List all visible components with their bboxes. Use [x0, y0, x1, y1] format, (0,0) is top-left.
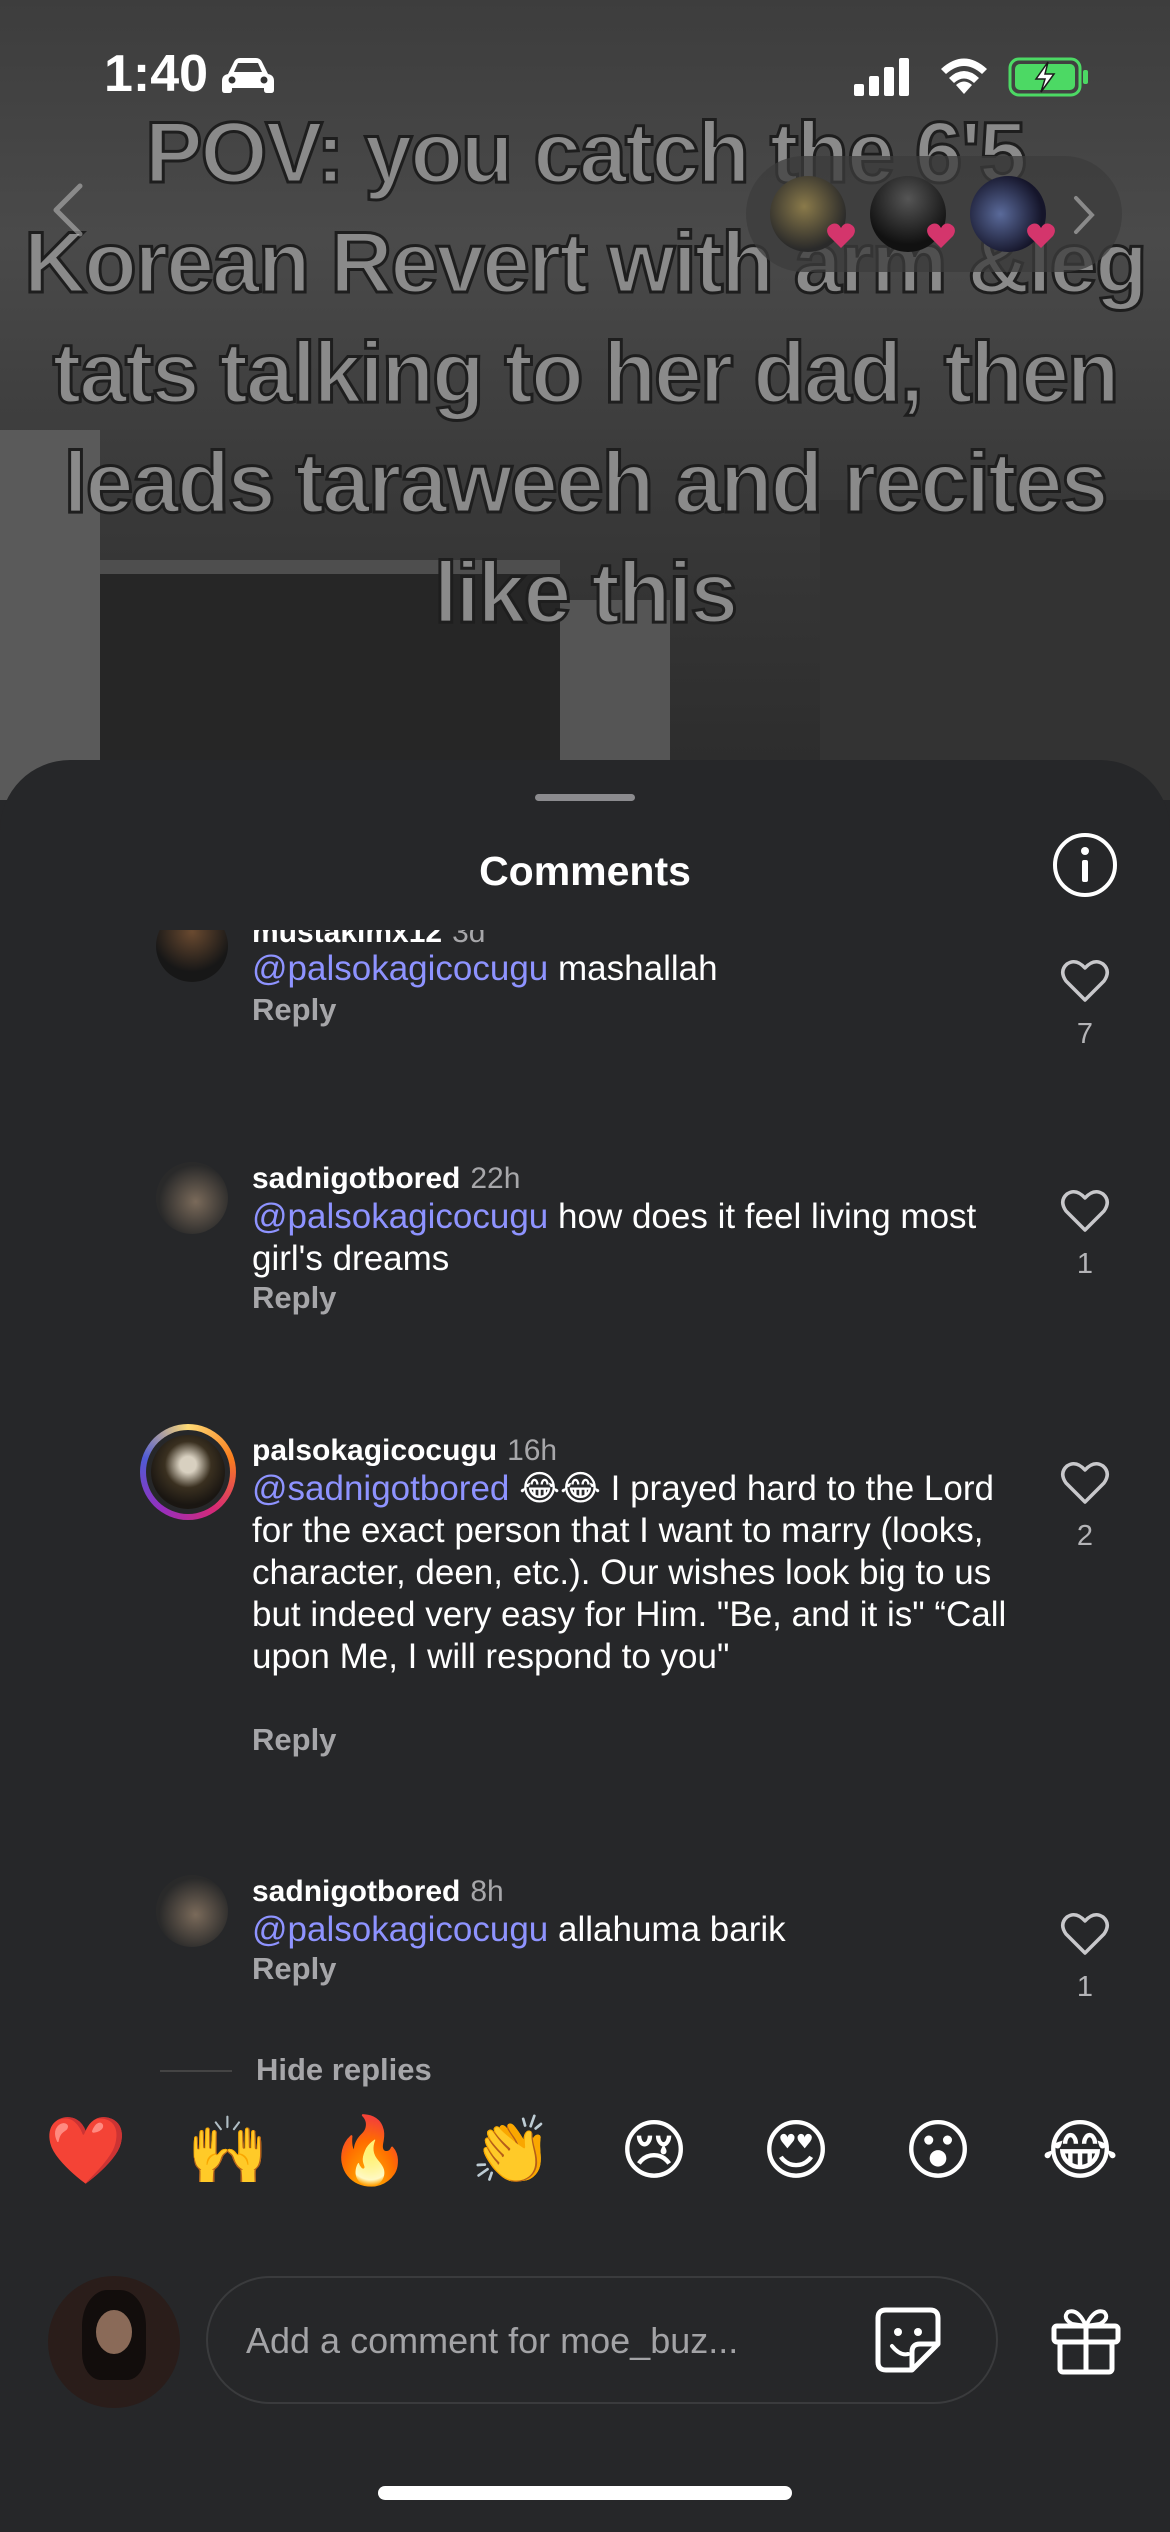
- wifi-icon: [941, 58, 987, 94]
- heart-icon: [927, 223, 955, 248]
- back-arrow-icon[interactable]: [48, 180, 88, 240]
- sheet-grabber[interactable]: [535, 794, 635, 801]
- emoji-clap[interactable]: 👏: [470, 2110, 554, 2190]
- emoji-fire[interactable]: 🔥: [328, 2110, 412, 2190]
- comment-avatar[interactable]: [156, 1875, 228, 1947]
- heart-icon[interactable]: [1060, 1911, 1110, 1957]
- reply-button[interactable]: Reply: [252, 1280, 336, 1316]
- gift-icon[interactable]: [1048, 2300, 1124, 2376]
- comment-username[interactable]: mustakimx12: [252, 930, 442, 949]
- battery-icon: [1008, 57, 1088, 97]
- comment-mention[interactable]: @palsokagicocugu: [252, 1910, 548, 1949]
- comments-sheet: Comments mustakimx12 3d @palsokagicocugu …: [0, 760, 1170, 2532]
- comment-input[interactable]: [244, 2278, 848, 2404]
- heart-icon[interactable]: [1060, 1188, 1110, 1234]
- comment-body: allahuma barik: [558, 1910, 786, 1949]
- user-avatar[interactable]: [48, 2276, 180, 2408]
- quick-emoji-bar: ❤️ 🙌 🔥 👏 😢 😍 😮 😂: [0, 2110, 1170, 2200]
- emoji-wow[interactable]: 😮: [896, 2110, 980, 2190]
- like-count: 7: [1076, 1018, 1094, 1050]
- heart-icon: [827, 223, 855, 248]
- emoji-heart[interactable]: ❤️: [44, 2110, 128, 2190]
- comment-time: 22h: [470, 1162, 521, 1195]
- comment-meta: sadnigotbored 22h: [252, 1162, 520, 1196]
- reply-button[interactable]: Reply: [252, 1951, 336, 1987]
- emoji-raised-hands[interactable]: 🙌: [186, 2110, 270, 2190]
- comment-input-box[interactable]: [206, 2276, 998, 2404]
- comment-avatar[interactable]: [156, 1162, 228, 1234]
- comment-body: mashallah: [558, 949, 718, 988]
- chevron-right-icon[interactable]: [1068, 192, 1098, 238]
- heart-icon[interactable]: [1060, 958, 1110, 1004]
- reply-button[interactable]: Reply: [252, 1722, 336, 1758]
- comment-meta: mustakimx12 3d: [252, 930, 485, 950]
- comment-username[interactable]: palsokagicocugu: [252, 1434, 497, 1467]
- sticker-icon[interactable]: [872, 2304, 944, 2376]
- car-icon: [222, 58, 274, 93]
- home-indicator[interactable]: [378, 2486, 792, 2500]
- comment-username[interactable]: sadnigotbored: [252, 1875, 460, 1908]
- signal-icon: [854, 58, 909, 96]
- emoji-laugh[interactable]: 😂: [1038, 2110, 1122, 2190]
- comment-text: @palsokagicocugu mashallah: [252, 948, 1012, 990]
- comment-text: @palsokagicocugu allahuma barik: [252, 1909, 1012, 1951]
- info-icon[interactable]: [1052, 832, 1118, 898]
- comment-mention[interactable]: @palsokagicocugu: [252, 949, 548, 988]
- comment-avatar[interactable]: [140, 1424, 236, 1520]
- comment-username[interactable]: sadnigotbored: [252, 1162, 460, 1195]
- comment-time: 8h: [470, 1875, 504, 1908]
- comment-mention[interactable]: @palsokagicocugu: [252, 1197, 548, 1236]
- comment-time: 3d: [452, 930, 486, 949]
- status-time: 1:40: [104, 45, 209, 103]
- like-count: 1: [1076, 1248, 1094, 1280]
- comment-text: @sadnigotbored 😂😂 I prayed hard to the L…: [252, 1468, 1012, 1678]
- hide-replies-button[interactable]: Hide replies: [256, 2052, 432, 2088]
- hide-replies-divider: [160, 2070, 232, 2072]
- comment-meta: palsokagicocugu 16h: [252, 1434, 557, 1468]
- heart-icon[interactable]: [1060, 1460, 1110, 1506]
- sheet-title: Comments: [479, 848, 691, 894]
- comment-avatar[interactable]: [156, 930, 228, 982]
- heart-icon: [1027, 223, 1055, 248]
- comment-mention[interactable]: @sadnigotbored: [252, 1469, 509, 1508]
- comment-time: 16h: [507, 1434, 558, 1467]
- comments-list[interactable]: mustakimx12 3d @palsokagicocugu mashallah…: [0, 930, 1170, 2060]
- comment-text: @palsokagicocugu how does it feel living…: [252, 1196, 1012, 1280]
- top-viewers-pill[interactable]: [746, 156, 1122, 272]
- comment-meta: sadnigotbored 8h: [252, 1875, 504, 1909]
- like-count: 2: [1076, 1520, 1094, 1552]
- emoji-heart-eyes[interactable]: 😍: [754, 2110, 838, 2190]
- like-count: 1: [1076, 1971, 1094, 2003]
- status-bar: 1:40: [0, 0, 1170, 150]
- reply-button[interactable]: Reply: [252, 992, 336, 1028]
- emoji-cry[interactable]: 😢: [612, 2110, 696, 2190]
